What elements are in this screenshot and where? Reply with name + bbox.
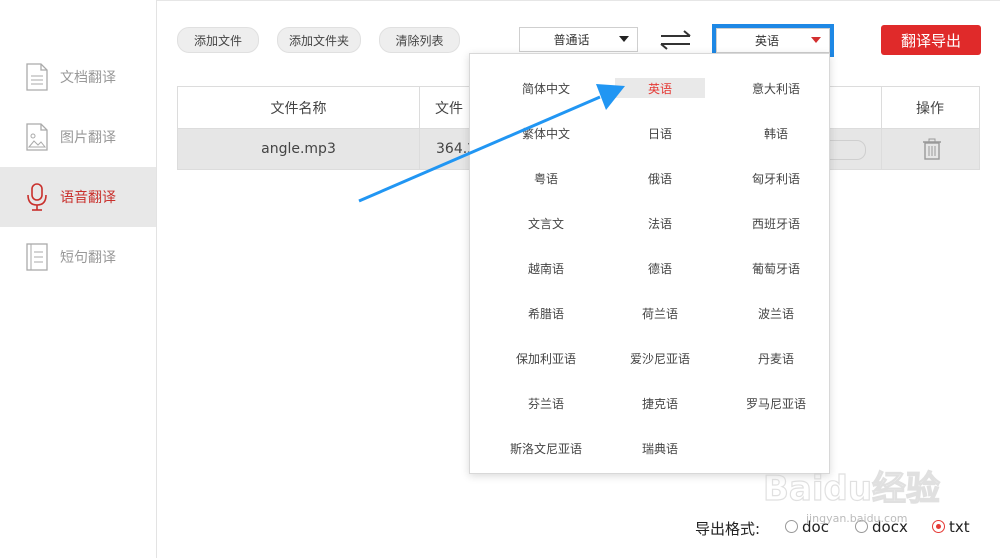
sidebar-item-label: 语音翻译 (60, 190, 116, 206)
language-option[interactable]: 希腊语 (501, 303, 591, 323)
sidebar-item-label: 文档翻译 (60, 70, 116, 86)
language-option[interactable]: 罗马尼亚语 (731, 393, 821, 413)
format-radio-txt[interactable] (932, 520, 945, 533)
language-option[interactable]: 德语 (615, 258, 705, 278)
language-option[interactable]: 丹麦语 (731, 348, 821, 368)
language-option[interactable]: 意大利语 (731, 78, 821, 98)
file-name-cell: angle.mp3 (261, 140, 336, 157)
language-option[interactable]: 粤语 (501, 168, 591, 188)
add-folder-button[interactable]: 添加文件夹 (277, 27, 361, 53)
watermark-url: jingyan.baidu.com (806, 512, 908, 525)
sidebar-item-document-translate[interactable]: 文档翻译 (0, 47, 156, 107)
language-option[interactable]: 捷克语 (615, 393, 705, 413)
language-option-selected[interactable]: 英语 (615, 78, 705, 98)
text-lines-icon (24, 242, 50, 272)
language-option[interactable]: 葡萄牙语 (731, 258, 821, 278)
language-option[interactable]: 爱沙尼亚语 (615, 348, 705, 368)
language-option[interactable]: 保加利亚语 (501, 348, 591, 368)
add-file-button[interactable]: 添加文件 (177, 27, 259, 53)
language-option[interactable]: 俄语 (615, 168, 705, 188)
format-radio-doc[interactable] (785, 520, 798, 533)
sidebar-item-sentence-translate[interactable]: 短句翻译 (0, 227, 156, 287)
microphone-icon (24, 182, 50, 212)
language-option[interactable]: 瑞典语 (615, 438, 705, 458)
language-option[interactable]: 匈牙利语 (731, 168, 821, 188)
svg-text:Baidu经验: Baidu经验 (763, 469, 940, 509)
clear-list-button[interactable]: 清除列表 (379, 27, 460, 53)
language-option[interactable]: 繁体中文 (501, 123, 591, 143)
sidebar: 文档翻译 图片翻译 语音翻译 短句翻译 (0, 0, 157, 558)
target-language-dropdown: 简体中文 英语 意大利语 繁体中文 日语 韩语 粤语 俄语 匈牙利语 文言文 法… (469, 53, 830, 474)
sidebar-item-voice-translate[interactable]: 语音翻译 (0, 167, 156, 227)
translate-export-button[interactable]: 翻译导出 (881, 25, 981, 55)
format-option-txt: txt (949, 518, 970, 536)
language-option[interactable]: 法语 (615, 213, 705, 233)
trash-icon[interactable] (922, 138, 942, 160)
sidebar-item-label: 图片翻译 (60, 130, 116, 146)
export-format-label: 导出格式: (695, 520, 761, 538)
sidebar-item-label: 短句翻译 (60, 250, 116, 266)
language-option[interactable]: 越南语 (501, 258, 591, 278)
chevron-down-icon (811, 37, 821, 43)
language-option[interactable]: 日语 (615, 123, 705, 143)
target-language-select[interactable]: 英语 (716, 28, 830, 53)
language-option[interactable]: 文言文 (501, 213, 591, 233)
document-icon (24, 62, 50, 92)
file-size-cell: 364.2 (436, 140, 477, 157)
language-option[interactable]: 波兰语 (731, 303, 821, 323)
baidu-jingyan-watermark: Baidu经验 (763, 468, 941, 509)
sidebar-item-image-translate[interactable]: 图片翻译 (0, 107, 156, 167)
language-option[interactable]: 简体中文 (501, 78, 591, 98)
language-option[interactable]: 韩语 (731, 123, 821, 143)
language-option[interactable]: 芬兰语 (501, 393, 591, 413)
swap-languages-icon[interactable] (658, 28, 694, 52)
chevron-down-icon (619, 36, 629, 42)
column-header-actions: 操作 (916, 100, 944, 117)
language-option[interactable]: 荷兰语 (615, 303, 705, 323)
image-icon (24, 122, 50, 152)
language-option[interactable]: 西班牙语 (731, 213, 821, 233)
column-header-filename: 文件名称 (270, 100, 327, 117)
language-option[interactable]: 斯洛文尼亚语 (501, 438, 591, 458)
source-language-select[interactable]: 普通话 (519, 27, 638, 52)
